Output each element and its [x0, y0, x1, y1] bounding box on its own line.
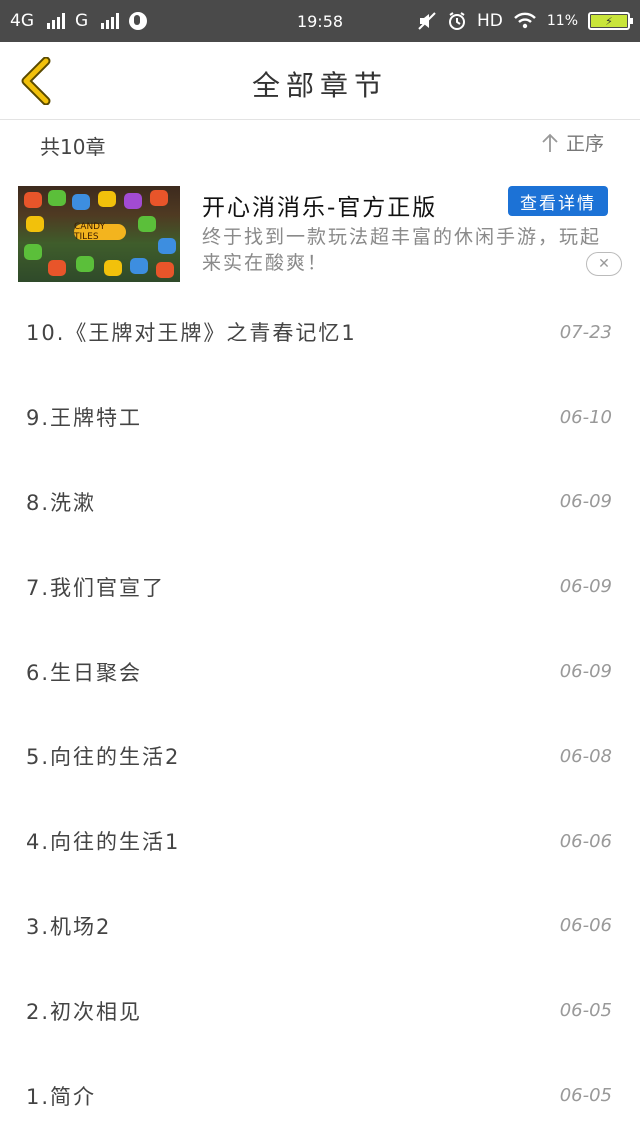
chapter-summary-bar: 共10章 正序 — [0, 121, 640, 167]
signal-strength-icon — [47, 13, 65, 29]
chapter-item[interactable]: 6.生日聚会 06-09 — [0, 629, 640, 714]
mute-icon — [418, 12, 436, 30]
chapter-item[interactable]: 4.向往的生活1 06-06 — [0, 799, 640, 884]
browser-globe-icon — [129, 12, 148, 30]
chapter-title: 8.洗漱 — [26, 490, 97, 515]
candy-tile — [26, 216, 44, 232]
candy-tile — [124, 193, 142, 209]
chapter-item[interactable]: 7.我们官宣了 06-09 — [0, 544, 640, 629]
candy-tile — [138, 216, 156, 232]
ad-banner[interactable]: CANDY TILES 开心消消乐-官方正版 查看详情 终于找到一款玩法超丰富的… — [0, 178, 640, 290]
chapter-date: 06-06 — [559, 915, 612, 937]
chapter-date: 06-05 — [559, 1000, 612, 1022]
chapter-title: 9.王牌特工 — [26, 406, 143, 431]
chapter-title: 1.简介 — [26, 1084, 97, 1109]
battery-charging-icon: ⚡ — [591, 15, 627, 28]
chapter-title: 3.机场2 — [26, 914, 112, 939]
ad-description: 终于找到一款玩法超丰富的休闲手游，玩起来实在酸爽！ — [202, 226, 602, 274]
candy-tile — [24, 192, 42, 208]
ad-thumbnail[interactable]: CANDY TILES — [18, 186, 180, 282]
view-details-button[interactable]: 查看详情 — [508, 186, 608, 216]
battery-icon: ⚡ — [588, 12, 633, 30]
chapter-item[interactable]: 2.初次相见 06-05 — [0, 968, 640, 1053]
chapter-date: 06-08 — [559, 745, 612, 767]
candy-tile — [24, 244, 42, 260]
chapter-date: 06-09 — [559, 576, 612, 598]
chapter-title: 4.向往的生活1 — [26, 830, 181, 855]
ad-title[interactable]: 开心消消乐-官方正版 — [202, 188, 437, 222]
candy-tile — [72, 194, 90, 210]
chapter-date: 06-06 — [559, 830, 612, 852]
chapter-date: 06-09 — [559, 661, 612, 683]
battery-percent: 11% — [546, 13, 578, 29]
chapter-item[interactable]: 1.简介 06-05 — [0, 1053, 640, 1138]
chapter-item[interactable]: 5.向往的生活2 06-08 — [0, 714, 640, 799]
page-title: 全部章节 — [251, 69, 388, 102]
signal-strength-2-icon — [101, 13, 120, 29]
chapter-date: 06-10 — [559, 406, 612, 428]
candy-tile — [104, 260, 122, 276]
chapter-title: 5.向往的生活2 — [26, 745, 181, 770]
chapter-item[interactable]: 8.洗漱 06-09 — [0, 460, 640, 545]
close-icon[interactable]: ✕ — [586, 252, 622, 276]
network-g-label: G — [75, 11, 89, 31]
sort-order-button[interactable]: 正序 — [540, 129, 604, 156]
chapter-date: 07-23 — [559, 321, 612, 343]
app-header: 全部章节 — [0, 42, 640, 120]
chapter-title: 7.我们官宣了 — [26, 575, 166, 600]
candy-tile — [48, 190, 66, 206]
chapter-item[interactable]: 3.机场2 06-06 — [0, 884, 640, 969]
network-4g-label: 4G — [10, 11, 34, 31]
arrow-up-icon — [542, 133, 558, 152]
chapter-title: 10.《王牌对王牌》之青春记忆1 — [26, 321, 357, 346]
chapter-list: 10.《王牌对王牌》之青春记忆1 07-23 9.王牌特工 06-10 8.洗漱… — [0, 290, 640, 1138]
alarm-icon — [449, 12, 465, 30]
chapter-title: 6.生日聚会 — [26, 660, 143, 685]
candy-tile — [130, 258, 148, 274]
status-bar: 4G G 19:58 HD 11% ⚡ — [0, 0, 640, 42]
candy-tile — [76, 256, 94, 272]
chapter-date: 06-09 — [559, 491, 612, 513]
candy-tile — [98, 191, 116, 207]
sort-order-label: 正序 — [565, 133, 604, 155]
game-logo: CANDY TILES — [74, 222, 126, 242]
chapter-title: 2.初次相见 — [26, 999, 143, 1024]
hd-voice-label: HD — [477, 11, 503, 31]
candy-tile — [150, 190, 168, 206]
candy-tile — [156, 262, 174, 278]
chapter-item[interactable]: 9.王牌特工 06-10 — [0, 375, 640, 460]
status-bar-right: HD 11% ⚡ — [417, 11, 633, 31]
candy-tile — [48, 260, 66, 276]
chapter-count: 共10章 — [40, 135, 106, 159]
chapter-item[interactable]: 10.《王牌对王牌》之青春记忆1 07-23 — [0, 290, 640, 375]
wifi-icon — [514, 12, 536, 29]
status-bar-left: 4G G — [10, 11, 148, 31]
candy-tile — [158, 238, 176, 254]
chapter-date: 06-05 — [559, 1085, 612, 1107]
